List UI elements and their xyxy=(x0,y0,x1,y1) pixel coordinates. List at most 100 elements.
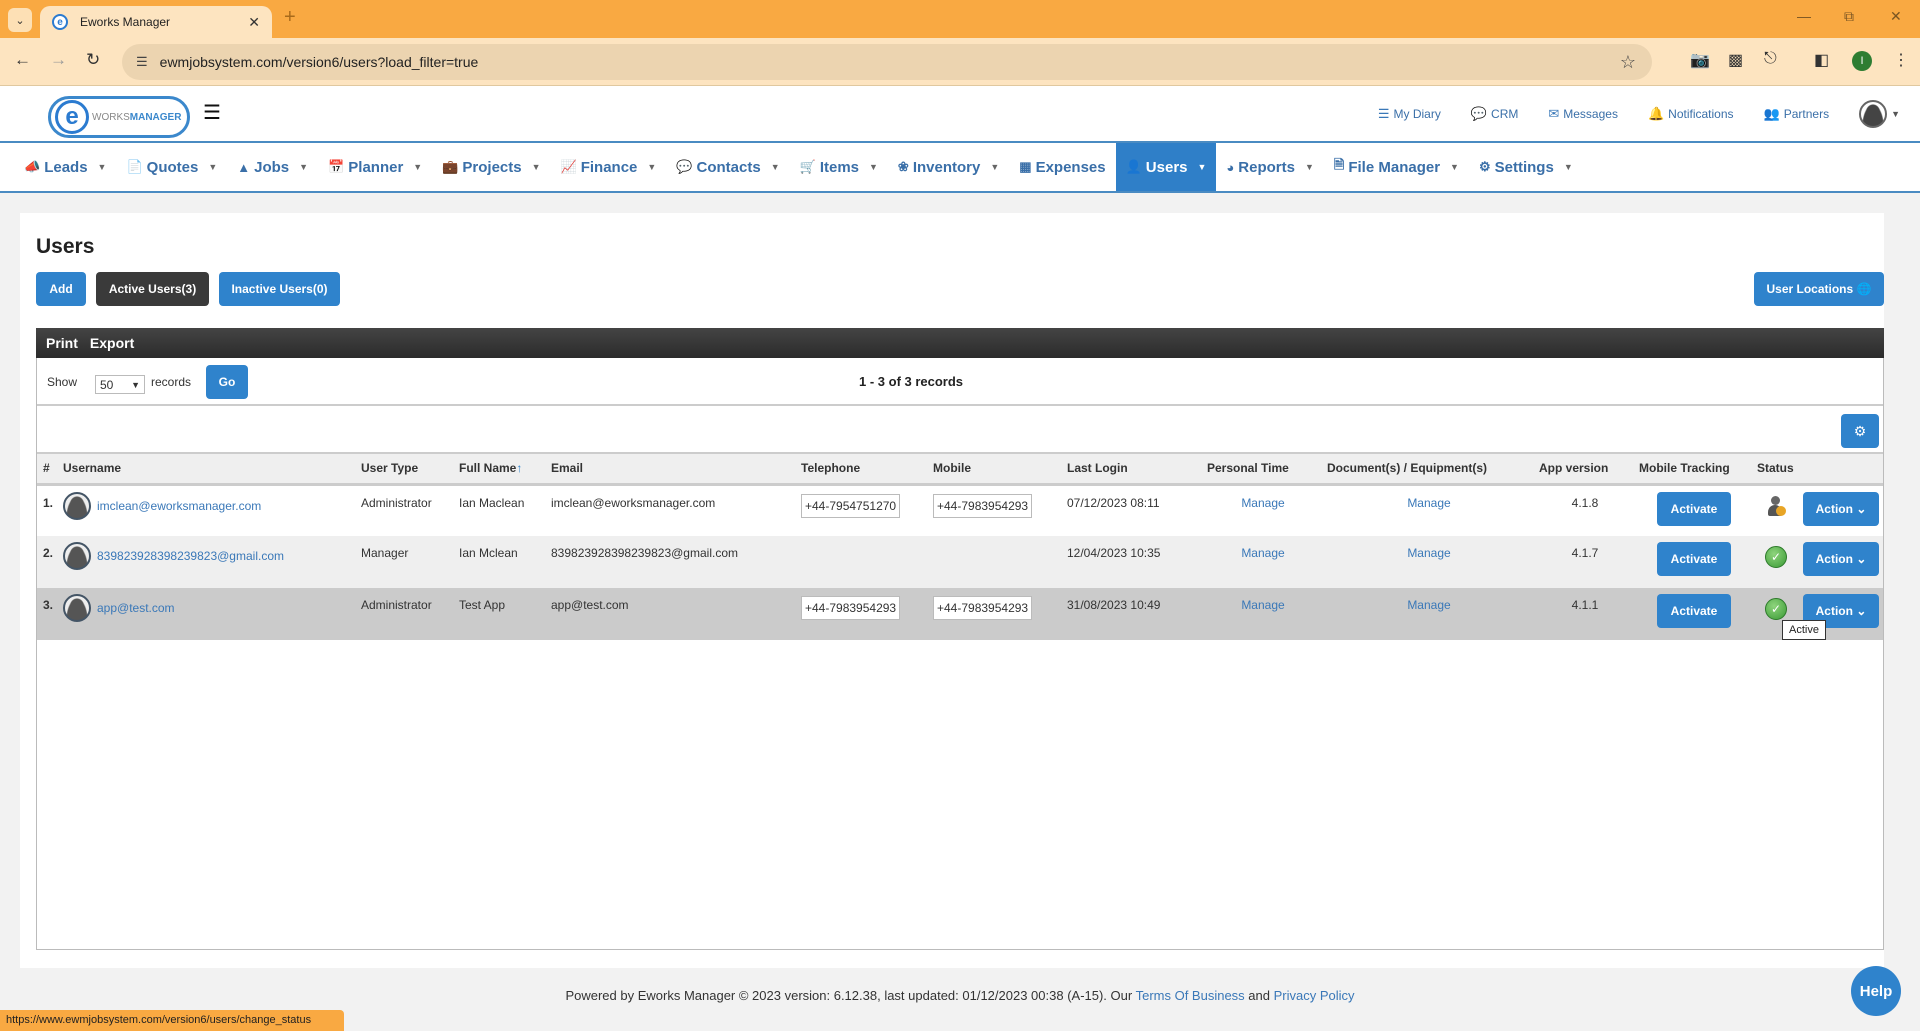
nav-file-manager[interactable]: 🗎 File Manager ▼ xyxy=(1324,143,1469,191)
my-diary-link[interactable]: ☰ My Diary xyxy=(1378,106,1441,122)
activate-tracking-button[interactable]: Activate xyxy=(1657,542,1731,576)
partners-link[interactable]: 👥 Partners xyxy=(1764,106,1830,122)
profile-avatar[interactable]: I xyxy=(1852,51,1872,71)
menu-kebab-icon[interactable]: ⋮ xyxy=(1893,50,1909,70)
road-icon: ▲ xyxy=(237,159,251,175)
add-user-button[interactable]: Add xyxy=(36,272,86,306)
activate-tracking-button[interactable]: Activate xyxy=(1657,594,1731,628)
nav-label: Contacts xyxy=(696,158,761,176)
notifications-link[interactable]: 🔔 Notifications xyxy=(1648,106,1734,122)
nav-items[interactable]: 🛒 Items ▼ xyxy=(790,143,888,191)
action-dropdown-button[interactable]: Action ⌄ xyxy=(1803,491,1879,526)
telephone-field[interactable]: +44-7983954293 xyxy=(801,596,901,620)
column-settings-button[interactable]: ⚙ xyxy=(1841,414,1879,448)
nav-settings[interactable]: ⚙ Settings ▼ xyxy=(1469,143,1583,191)
chevron-down-icon: ⌄ xyxy=(1856,604,1867,618)
col-user-type[interactable]: User Type xyxy=(357,454,455,486)
bookmark-star-icon[interactable]: ☆ xyxy=(1620,52,1636,73)
nav-inventory[interactable]: ❀ Inventory ▼ xyxy=(888,143,1009,191)
window-close-icon[interactable]: ✕ xyxy=(1890,8,1902,25)
mobile-field[interactable]: +44-7983954293 xyxy=(933,493,1033,518)
crm-link[interactable]: 💬 CRM xyxy=(1471,106,1519,122)
nav-quotes[interactable]: 📄 Quotes ▼ xyxy=(116,143,227,191)
personal-time-manage-link[interactable]: Manage xyxy=(1241,546,1284,560)
active-users-button[interactable]: Active Users(3) xyxy=(96,272,209,306)
col-full-name[interactable]: Full Name↑ xyxy=(455,454,547,486)
col-mobile[interactable]: Mobile xyxy=(929,454,1063,486)
username-link[interactable]: imclean@eworksmanager.com xyxy=(97,499,261,513)
col-username[interactable]: Username xyxy=(59,454,357,486)
table-row: 1. imclean@eworksmanager.com Administrat… xyxy=(37,484,1883,536)
col-app-version[interactable]: App version xyxy=(1535,454,1635,486)
nav-projects[interactable]: 💼 Projects ▼ xyxy=(432,143,550,191)
col-last-login[interactable]: Last Login xyxy=(1063,454,1203,486)
tab-title: Eworks Manager xyxy=(80,15,171,29)
camera-icon[interactable]: 📷 xyxy=(1690,50,1710,70)
nav-users[interactable]: 👤 Users ▼ xyxy=(1115,143,1217,191)
action-dropdown-button[interactable]: Action ⌄ xyxy=(1803,542,1879,576)
extensions-puzzle-icon[interactable]: ⎋ xyxy=(1764,50,1777,68)
messages-link[interactable]: ✉ Messages xyxy=(1548,106,1618,122)
documents-manage-link[interactable]: Manage xyxy=(1407,496,1450,510)
user-avatar xyxy=(1859,100,1888,128)
inactive-users-button[interactable]: Inactive Users(0) xyxy=(219,272,340,306)
nav-contacts[interactable]: 💬 Contacts ▼ xyxy=(666,143,789,191)
active-status-check-icon[interactable]: ✓ xyxy=(1765,546,1787,568)
cubes-icon: ❀ xyxy=(897,159,909,174)
logged-in-user-status-icon[interactable] xyxy=(1766,495,1786,518)
caret-down-icon: ▼ xyxy=(97,162,107,172)
comments-icon: 💬 xyxy=(1470,106,1488,121)
column-settings-row: ⚙ xyxy=(37,406,1883,454)
site-info-icon[interactable]: ☰ xyxy=(136,54,148,70)
restore-icon[interactable]: ⧉ xyxy=(1844,8,1854,25)
nav-expenses[interactable]: ▦ Expenses xyxy=(1009,143,1115,191)
personal-time-manage-link[interactable]: Manage xyxy=(1241,496,1284,510)
new-tab-icon[interactable]: + xyxy=(284,6,296,29)
documents-manage-link[interactable]: Manage xyxy=(1407,598,1450,612)
privacy-link[interactable]: Privacy Policy xyxy=(1274,988,1355,1003)
minimize-icon[interactable]: — xyxy=(1797,8,1811,24)
personal-time-manage-link[interactable]: Manage xyxy=(1241,598,1284,612)
documents-cell: Manage xyxy=(1323,536,1535,588)
telephone-field[interactable]: +44-7954751270 xyxy=(801,493,901,518)
nav-reports[interactable]: ◕ Reports ▼ xyxy=(1216,143,1323,191)
tab-search-button[interactable]: ⌄ xyxy=(8,8,32,32)
browser-tab[interactable]: e Eworks Manager ✕ xyxy=(40,6,272,38)
terminal-extension-icon[interactable]: ▩ xyxy=(1728,50,1743,70)
list-icon: ☰ xyxy=(1377,106,1390,121)
user-menu[interactable]: ▼ xyxy=(1859,100,1900,128)
reload-icon[interactable]: ↻ xyxy=(86,50,100,70)
col-email[interactable]: Email xyxy=(547,454,797,486)
nav-label: Users xyxy=(1145,158,1188,176)
user-locations-button[interactable]: User Locations 🌐 xyxy=(1754,272,1884,306)
tracking-cell: Activate xyxy=(1635,484,1753,536)
briefcase-icon: 💼 xyxy=(442,159,459,174)
page-size-select[interactable]: 50 ▼ xyxy=(95,375,145,394)
print-link[interactable]: Print xyxy=(46,335,78,351)
eworks-logo[interactable]: e WORKSMANAGER xyxy=(48,96,190,138)
nav-planner[interactable]: 📅 Planner ▼ xyxy=(318,143,432,191)
address-bar[interactable]: ☰ ewmjobsystem.com/version6/users?load_f… xyxy=(122,44,1652,80)
username-link[interactable]: 839823928398239823@gmail.com xyxy=(97,549,284,563)
col-telephone[interactable]: Telephone xyxy=(797,454,929,486)
nav-jobs[interactable]: ▲ Jobs ▼ xyxy=(227,143,318,191)
help-button[interactable]: Help xyxy=(1851,966,1901,1016)
row-number: 1. xyxy=(37,484,59,536)
nav-leads[interactable]: 📣 Leads ▼ xyxy=(14,143,116,191)
documents-manage-link[interactable]: Manage xyxy=(1407,546,1450,560)
close-tab-icon[interactable]: ✕ xyxy=(248,14,260,31)
hamburger-menu-icon[interactable]: ☰ xyxy=(203,100,221,125)
export-link[interactable]: Export xyxy=(90,335,134,351)
forward-icon[interactable]: → xyxy=(50,50,67,70)
activate-tracking-button[interactable]: Activate xyxy=(1657,491,1731,526)
show-label: Show xyxy=(47,375,78,389)
active-status-check-icon[interactable]: ✓ xyxy=(1765,598,1787,620)
mobile-field[interactable]: +44-7983954293 xyxy=(933,596,1033,620)
nav-finance[interactable]: 📈 Finance ▼ xyxy=(551,143,667,191)
url-text[interactable]: ewmjobsystem.com/version6/users?load_fil… xyxy=(160,54,479,70)
back-icon[interactable]: ← xyxy=(14,50,31,70)
terms-link[interactable]: Terms Of Business xyxy=(1136,988,1245,1003)
username-link[interactable]: app@test.com xyxy=(97,601,175,615)
side-panel-icon[interactable]: ◧ xyxy=(1814,50,1829,70)
go-button[interactable]: Go xyxy=(206,365,248,399)
